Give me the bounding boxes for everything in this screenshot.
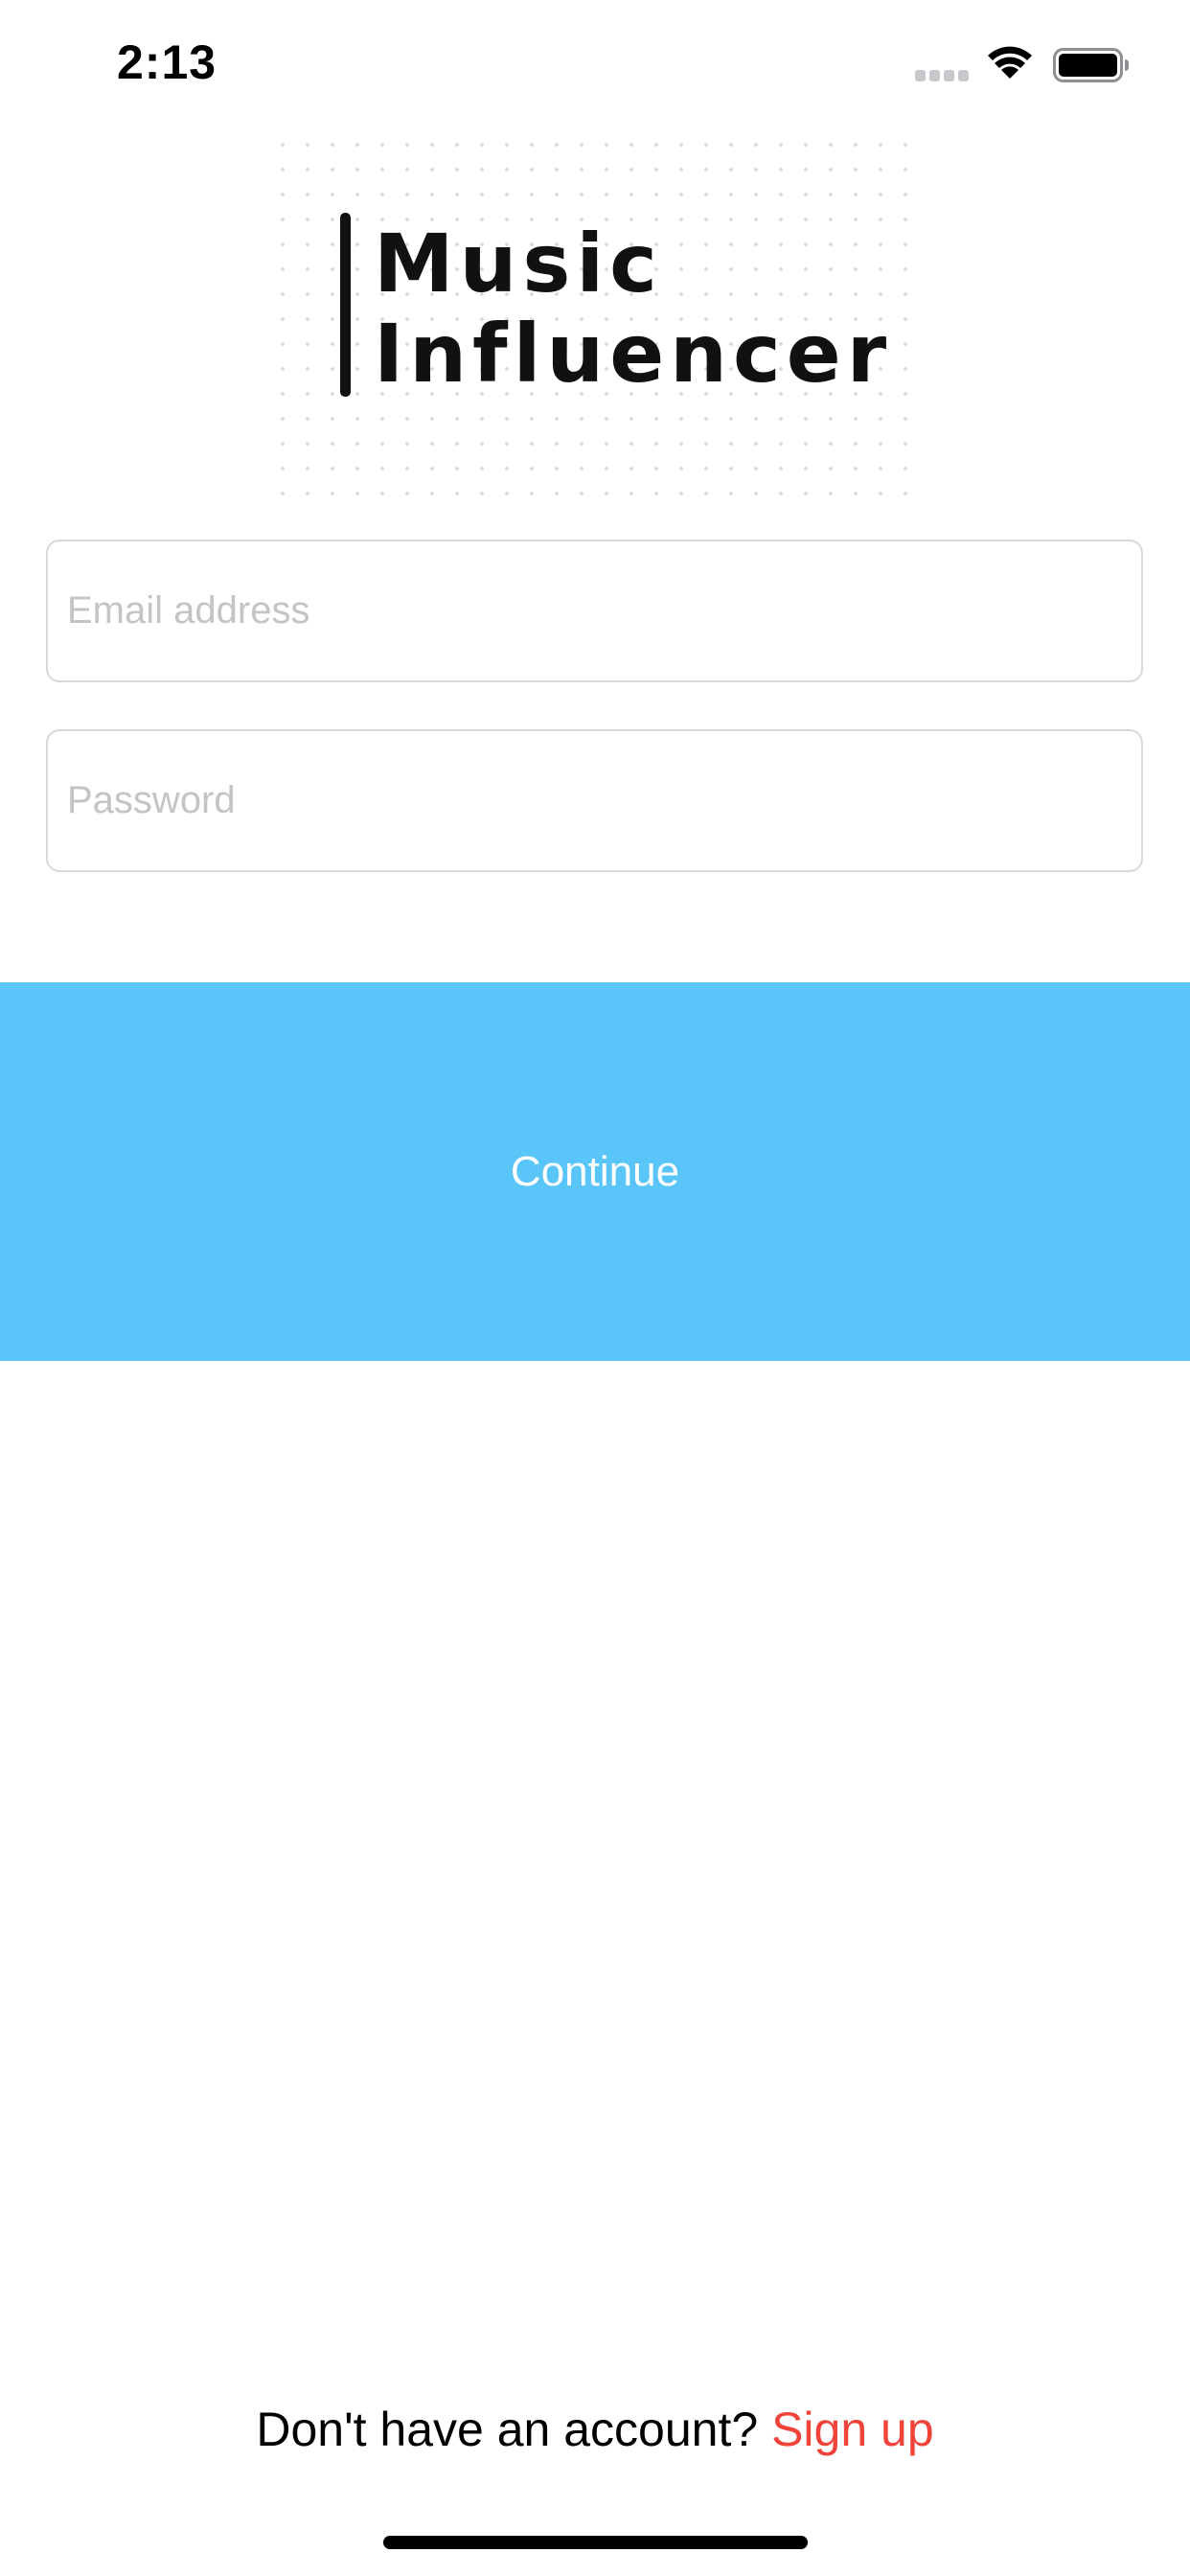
email-input[interactable]: [48, 541, 1141, 680]
signal-dots-icon: [915, 70, 969, 81]
logo: Music Influencer: [266, 128, 927, 495]
status-time: 2:13: [117, 35, 217, 89]
signup-prompt: Don't have an account? Sign up: [0, 2402, 1190, 2457]
continue-button-label: Continue: [510, 1147, 680, 1195]
email-field[interactable]: [46, 540, 1143, 682]
signup-link[interactable]: Sign up: [771, 2403, 934, 2456]
password-field[interactable]: [46, 729, 1143, 872]
wifi-icon: [988, 46, 1032, 79]
logo-bar-icon: [340, 213, 351, 397]
logo-line1: Music: [374, 217, 663, 310]
logo-graphic: Music Influencer: [340, 213, 892, 401]
signup-prompt-text: Don't have an account?: [256, 2403, 759, 2456]
login-screen: 2:13 Music Influencer Continue Don': [0, 0, 1190, 2576]
battery-icon: [1053, 48, 1129, 82]
password-input[interactable]: [48, 731, 1141, 870]
continue-button[interactable]: Continue: [0, 982, 1190, 1361]
logo-line2: Influencer: [374, 307, 892, 401]
home-indicator: [383, 2536, 808, 2549]
